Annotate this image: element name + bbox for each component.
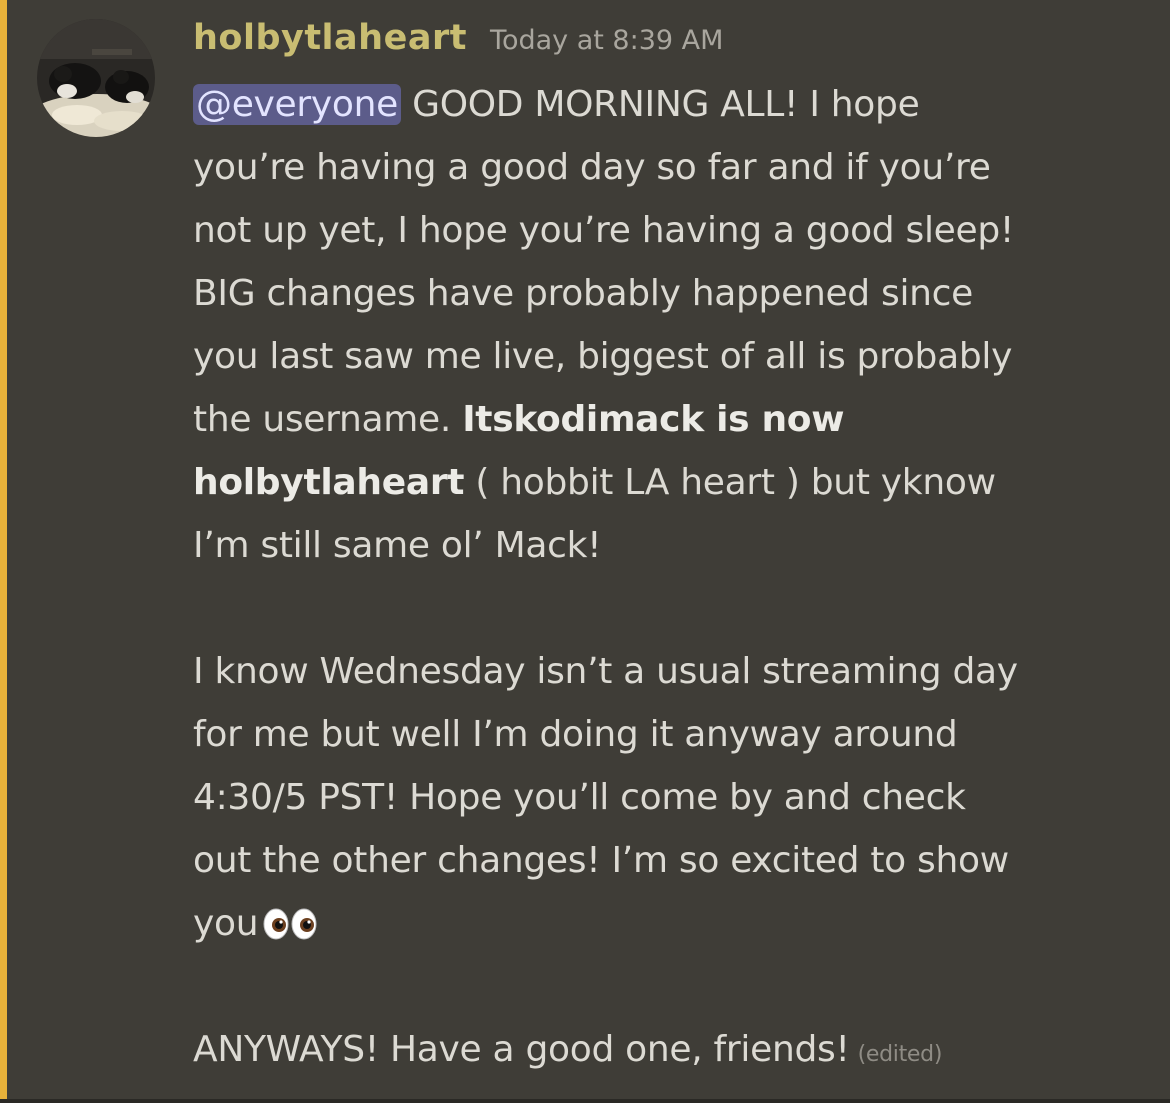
message-text: you [193, 903, 259, 944]
edited-label: (edited) [857, 1042, 943, 1067]
message-line: BIG changes have probably happened since [193, 273, 974, 314]
message-line: you last saw me live, biggest of all is … [193, 336, 1013, 377]
message-line: 4:30/5 PST! Hope you’ll come by and chec… [193, 777, 966, 818]
message-text: the username. [193, 399, 463, 440]
message-line: not up yet, I hope you’re having a good … [193, 210, 1015, 251]
avatar[interactable] [37, 19, 155, 137]
message-line: for me but well I’m doing it anyway arou… [193, 714, 958, 755]
mention-highlight-bar [0, 0, 7, 1103]
message-line: @everyone GOOD MORNING ALL! I hope [193, 73, 1133, 136]
message-body: @everyone GOOD MORNING ALL! I hope you’r… [193, 73, 1133, 1081]
message-line: I know Wednesday isn’t a usual streaming… [193, 651, 1018, 692]
everyone-mention[interactable]: @everyone [193, 84, 401, 125]
author-username[interactable]: holbytlaheart [193, 18, 467, 58]
message-text: GOOD MORNING ALL! I hope [401, 84, 920, 125]
message-text: ( hobbit LA heart ) but yknow [464, 462, 996, 503]
eyes-emoji-icon [262, 898, 318, 961]
message-timestamp[interactable]: Today at 8:39 AM [490, 25, 723, 56]
message-text: ANYWAYS! Have a good one, friends! [193, 1029, 850, 1070]
divider [0, 1099, 1170, 1103]
message-line: you’re having a good day so far and if y… [193, 147, 991, 188]
message-container: holbytlaheart Today at 8:39 AM @everyone… [0, 0, 1170, 1103]
message-line: ANYWAYS! Have a good one, friends! (edite… [193, 1018, 1133, 1081]
message-line: holbytlaheart ( hobbit LA heart ) but yk… [193, 451, 1133, 514]
message-line: the username. Itskodimack is now [193, 388, 1133, 451]
message-line: out the other changes! I’m so excited to… [193, 840, 1009, 881]
message-line: you [193, 892, 1133, 955]
message-line: I’m still same ol’ Mack! [193, 525, 602, 566]
bold-text: Itskodimack is now [462, 399, 845, 440]
bold-text: holbytlaheart [193, 462, 465, 503]
message-header: holbytlaheart Today at 8:39 AM [193, 18, 723, 58]
avatar-cat-photo [37, 19, 155, 137]
